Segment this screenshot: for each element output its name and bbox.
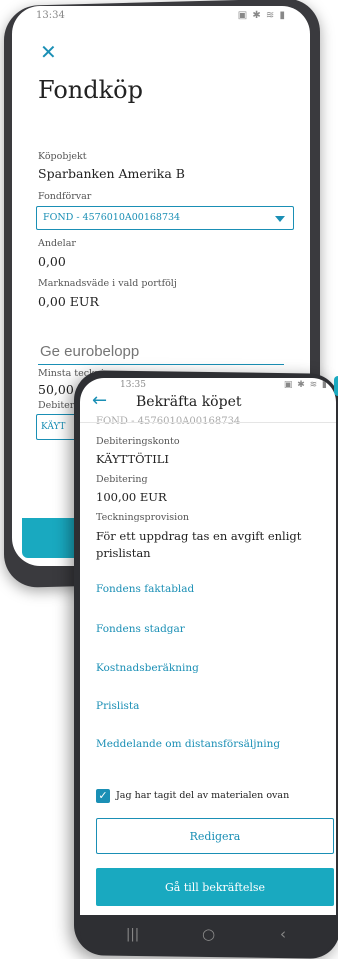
page-title: Bekräfta köpet (136, 394, 242, 410)
debitering-label: Debitering (96, 474, 148, 485)
link-faktablad[interactable]: Fondens faktablad (96, 583, 194, 595)
link-prislista[interactable]: Prislista (96, 700, 139, 712)
back-arrow-icon[interactable]: ← (92, 390, 107, 411)
home-icon[interactable]: ○ (202, 925, 215, 943)
confirm-button[interactable]: Gå till bekräftelse (96, 868, 334, 906)
page-title: Fondköp (38, 76, 143, 104)
status-time: 13:35 (120, 380, 146, 390)
euro-amount-input[interactable] (38, 340, 284, 365)
recent-apps-icon[interactable]: ||| (126, 927, 139, 942)
fondforvar-select[interactable]: FOND - 4576010A00168734 (36, 206, 294, 230)
checkmark-icon: ✓ (98, 789, 108, 802)
status-icons: ▣ ✱ ≋ ▮ (237, 10, 286, 21)
link-distansforsaljning[interactable]: Meddelande om distansförsäljning (96, 738, 280, 750)
teckningsprovision-label: Teckningsprovision (96, 512, 190, 523)
andelar-value: 0,00 (38, 254, 66, 269)
fondforvar-selected-value: FOND - 4576010A00168734 (43, 212, 181, 223)
debiteringskonto-label: Debiteringskonto (96, 436, 180, 447)
front-phone-screen: 13:35 ▣ ✱ ≋ ▮ ← Bekräfta köpet FOND - 45… (80, 378, 336, 923)
nav-back-icon[interactable]: ‹ (280, 925, 286, 943)
andelar-label: Andelar (38, 238, 76, 249)
status-bar: 13:34 ▣ ✱ ≋ ▮ (12, 10, 310, 24)
materials-checkbox[interactable]: ✓ (96, 789, 110, 803)
chevron-down-icon (275, 216, 285, 222)
debitering-value: 100,00 EUR (96, 490, 167, 504)
fondforvar-label: Fondförvar (38, 191, 92, 202)
header-divider (80, 422, 336, 423)
kopobjekt-label: Köpobjekt (38, 151, 87, 162)
teckningsprovision-value: För ett uppdrag tas en avgift enligt pri… (96, 529, 302, 560)
status-bar: 13:35 ▣ ✱ ≋ ▮ (80, 380, 336, 392)
checkbox-label: Jag har tagit del av materialen ovan (116, 790, 290, 801)
link-stadgar[interactable]: Fondens stadgar (96, 623, 185, 635)
kopobjekt-value: Sparbanken Amerika B (38, 166, 185, 181)
close-icon[interactable]: ✕ (40, 40, 57, 64)
android-nav-bar: ||| ○ ‹ (80, 915, 336, 955)
marknadsvarde-value: 0,00 EUR (38, 294, 99, 309)
marknadsvarde-label: Marknadsväde i vald portfölj (38, 278, 177, 289)
status-time: 13:34 (36, 10, 65, 21)
debiteringskonto-value: KÄYTTÖTILI (96, 452, 169, 466)
status-icons: ▣ ✱ ≋ ▮ (283, 380, 328, 390)
link-kostnadsberakning[interactable]: Kostnadsberäkning (96, 662, 199, 674)
debitering-account-value: KÄYT (41, 422, 66, 432)
edit-button[interactable]: Redigera (96, 818, 334, 854)
debitering-label-partial: Debiter (38, 400, 75, 411)
